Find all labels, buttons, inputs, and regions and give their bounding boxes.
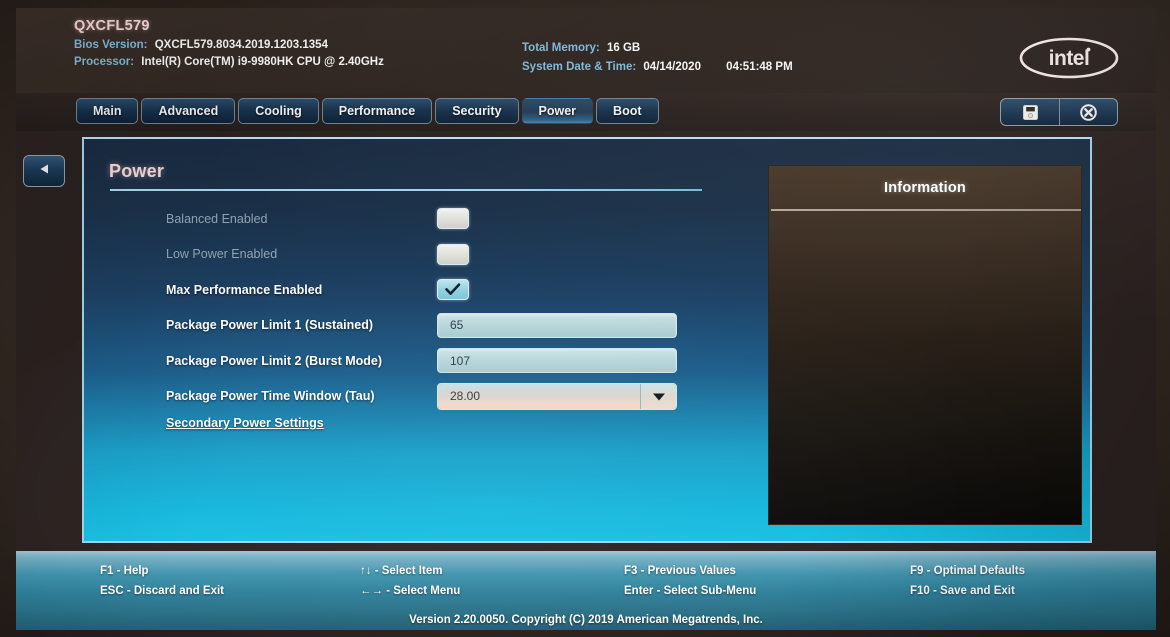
tab-security[interactable]: Security [435,98,519,124]
bios-version-value: QXCFL579.8034.2019.1203.1354 [154,39,328,51]
setting-row: Package Power Time Window (Tau) 28.00 [84,379,784,415]
main-content-panel: Power Balanced Enabled Low Power Enabled M… [82,137,1092,543]
chevron-down-icon[interactable] [640,383,676,409]
setting-checkbox[interactable] [437,279,469,301]
settings-list: Balanced Enabled Low Power Enabled Max Per… [84,201,784,414]
information-divider [771,209,1081,211]
tab-list: Main Advanced Cooling Performance Security Po… [76,98,659,124]
hint-key: F1 [100,565,114,577]
hint-line: ESC - Discard and Exit [100,581,224,601]
hint-line: Enter - Select Sub-Menu [624,581,756,601]
hint-key: ←→ [360,585,383,597]
setting-row: Package Power Limit 1 (Sustained) 65 [84,308,784,344]
hint-description: - Help [113,565,149,577]
hint-line: ↑↓ - Select Item [360,561,460,581]
tab-cooling[interactable]: Cooling [238,98,319,124]
bios-screen: QXCFL579 Bios Version: QXCFL579.8034.201… [16,8,1156,630]
hint-key: F9 [910,565,924,577]
information-panel: Information [768,165,1082,525]
setting-label: Max Performance Enabled [166,282,323,297]
bios-version-line: Bios Version: QXCFL579.8034.2019.1203.13… [74,37,384,54]
setting-label: Package Power Limit 2 (Burst Mode) [166,353,383,368]
information-title: Information [884,180,966,196]
setting-dropdown-value: 28.00 [438,383,640,409]
tab-performance[interactable]: Performance [321,98,433,124]
hint-description: - Select Menu [383,585,461,597]
information-body [769,212,1081,525]
memory-datetime-block: Total Memory: 16 GB System Date & Time: … [522,40,793,78]
setting-row: Low Power Enabled [84,237,784,273]
processor-value: Intel(R) Core(TM) i9-9980HK CPU @ 2.40GH… [141,56,384,68]
hint-description: - Discard and Exit [123,585,224,597]
hint-line: F9 - Optimal Defaults [910,561,1025,581]
monitor-photo: QXCFL579 Bios Version: QXCFL579.8034.201… [0,0,1170,637]
setting-dropdown[interactable]: 28.00 [437,382,677,410]
total-memory-value: 16 GB [606,42,641,54]
hint-key: ESC [100,585,124,597]
tab-power[interactable]: Power [521,98,594,124]
secondary-power-settings-link[interactable]: Secondary Power Settings [166,416,324,430]
tab-boot[interactable]: Boot [596,98,659,124]
system-time-value: 04:51:48 PM [726,61,793,73]
intel-logo: intel [1014,34,1124,82]
hint-line: F1 - Help [100,561,224,581]
setting-input[interactable]: 65 [437,312,677,338]
hint-key: F10 [910,585,930,597]
hint-description: - Optimal Defaults [923,565,1026,577]
hint-description: - Previous Values [637,565,736,577]
processor-label: Processor: [74,56,135,68]
tab-bar: Main Advanced Cooling Performance Security Po… [16,93,1156,131]
hint-column-2: ↑↓ - Select Item ←→ - Select Menu [360,561,460,601]
footer-hints: F1 - Help ESC - Discard and Exit ↑↓ - Sel… [16,551,1156,609]
setting-label: Package Power Time Window (Tau) [166,389,375,404]
hint-key: ↑↓ [360,565,372,577]
chevron-left-icon [36,162,52,181]
system-date-value: 04/14/2020 [643,61,701,73]
system-datetime-label: System Date & Time: [522,61,637,73]
window-buttons [1000,98,1118,126]
setting-checkbox[interactable] [437,243,469,265]
bios-version-label: Bios Version: [74,39,148,51]
setting-row: Balanced Enabled [84,201,784,237]
setting-label: Package Power Limit 1 (Sustained) [166,318,374,333]
setting-label: Low Power Enabled [166,247,278,262]
bios-header: QXCFL579 Bios Version: QXCFL579.8034.201… [16,8,1156,93]
svg-text:intel: intel [1049,47,1090,70]
save-button[interactable] [1001,99,1059,125]
heading-divider [110,189,702,191]
exit-button[interactable] [1059,99,1117,125]
page-title: Power [109,161,165,181]
hint-description: - Save and Exit [929,585,1015,597]
tab-advanced[interactable]: Advanced [141,98,236,124]
hint-column-3: F3 - Previous Values Enter - Select Sub-M… [624,561,756,601]
hint-column-4: F9 - Optimal Defaults F10 - Save and Exit [910,561,1025,601]
processor-line: Processor: Intel(R) Core(TM) i9-9980HK C… [74,54,384,71]
hint-key: F3 [624,565,638,577]
board-id: QXCFL579 [74,18,150,34]
total-memory-label: Total Memory: [522,42,600,54]
setting-input[interactable]: 107 [437,348,677,374]
setting-checkbox[interactable] [437,208,469,230]
hint-line: ←→ - Select Menu [360,581,460,601]
setting-row: Max Performance Enabled [84,272,784,308]
exit-icon [1079,103,1098,122]
hint-column-1: F1 - Help ESC - Discard and Exit [100,561,224,601]
hint-line: F3 - Previous Values [624,561,756,581]
hint-line: F10 - Save and Exit [910,581,1025,601]
hint-key: Enter [624,585,654,597]
setting-label: Balanced Enabled [166,211,268,226]
system-info-block: QXCFL579 Bios Version: QXCFL579.8034.201… [74,18,384,71]
version-bar: Version 2.20.0050. Copyright (C) 2019 Am… [16,609,1156,630]
hint-description: - Select Sub-Menu [653,585,757,597]
collapse-sidebar-button[interactable] [23,155,65,187]
tab-main[interactable]: Main [76,98,139,124]
hint-description: - Select Item [371,565,443,577]
system-datetime-line: System Date & Time: 04/14/2020 04:51:48 … [522,59,793,76]
version-text: Version 2.20.0050. Copyright (C) 2019 Am… [409,613,763,626]
setting-row: Package Power Limit 2 (Burst Mode) 107 [84,343,784,379]
save-icon [1021,103,1040,122]
total-memory-line: Total Memory: 16 GB [522,40,793,57]
